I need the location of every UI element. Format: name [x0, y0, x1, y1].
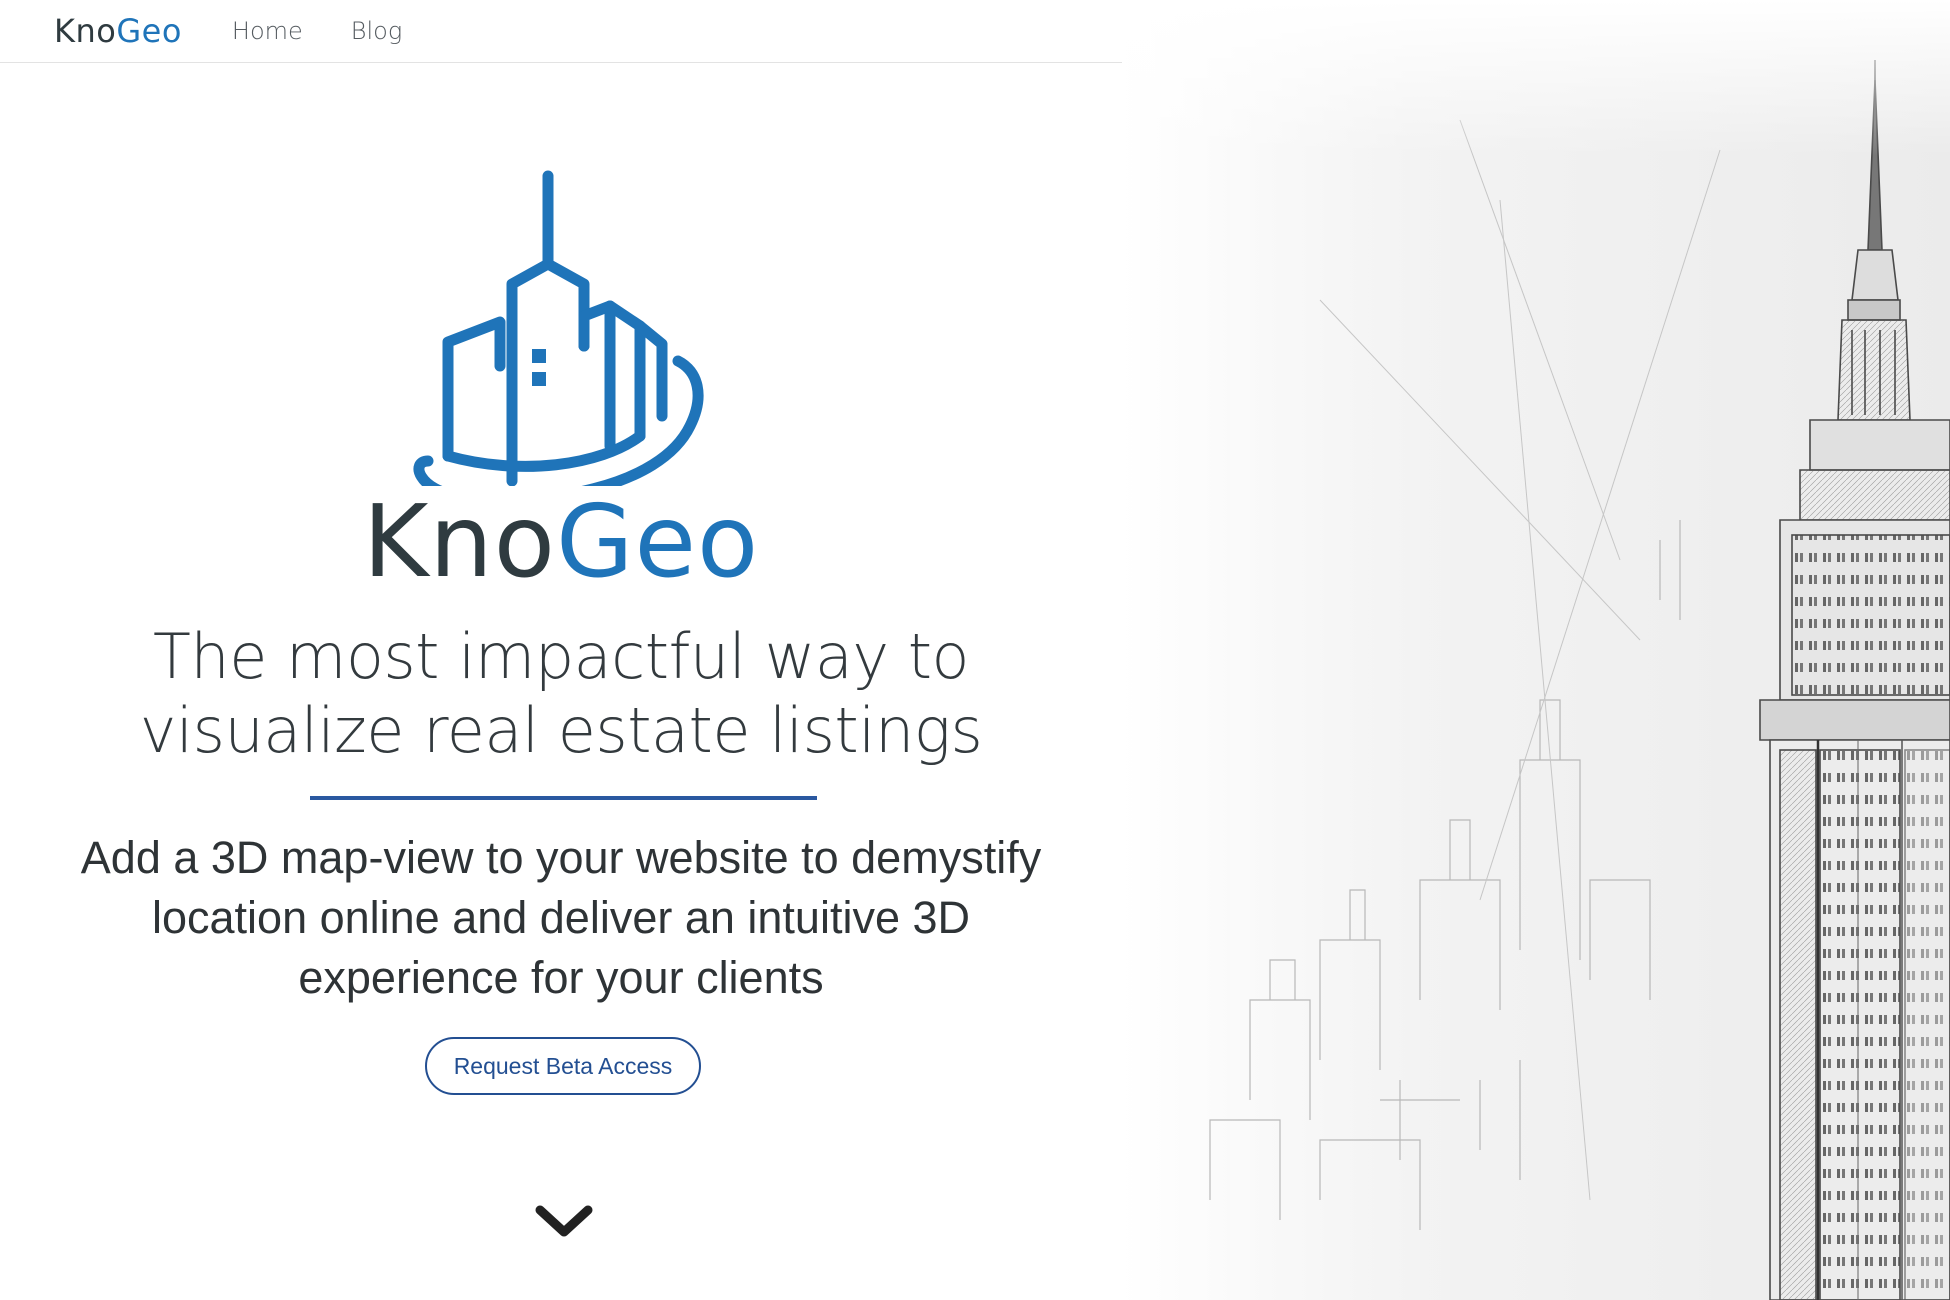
chevron-down-icon[interactable] [532, 1202, 596, 1247]
brand-kno-text: Kno [54, 12, 117, 50]
hero-description: Add a 3D map-view to your website to dem… [80, 832, 1042, 1003]
hero-logo-wordmark: KnoGeo [0, 492, 1122, 592]
hero-logo-geo-text: Geo [555, 483, 760, 600]
brand-logo-link[interactable]: KnoGeo [54, 15, 182, 47]
city-skyline-logo-icon [400, 116, 730, 505]
hero-divider [310, 796, 817, 800]
brand-geo-text: Geo [116, 12, 182, 50]
request-beta-access-button[interactable]: Request Beta Access [425, 1037, 701, 1095]
nav-link-blog[interactable]: Blog [351, 17, 402, 45]
hero-logo-kno-text: Kno [362, 483, 556, 600]
page: KnoGeo Home Blog KnoGeo The most impactf… [0, 0, 1950, 1300]
hero-tagline: The most impactful way to visualize real… [139, 620, 983, 767]
top-navbar: KnoGeo Home Blog [0, 0, 1122, 63]
hero-section: KnoGeo The most impactful way to visuali… [0, 62, 1122, 1300]
nav-link-home[interactable]: Home [232, 17, 303, 45]
hero-sketch-image [1120, 0, 1950, 1300]
